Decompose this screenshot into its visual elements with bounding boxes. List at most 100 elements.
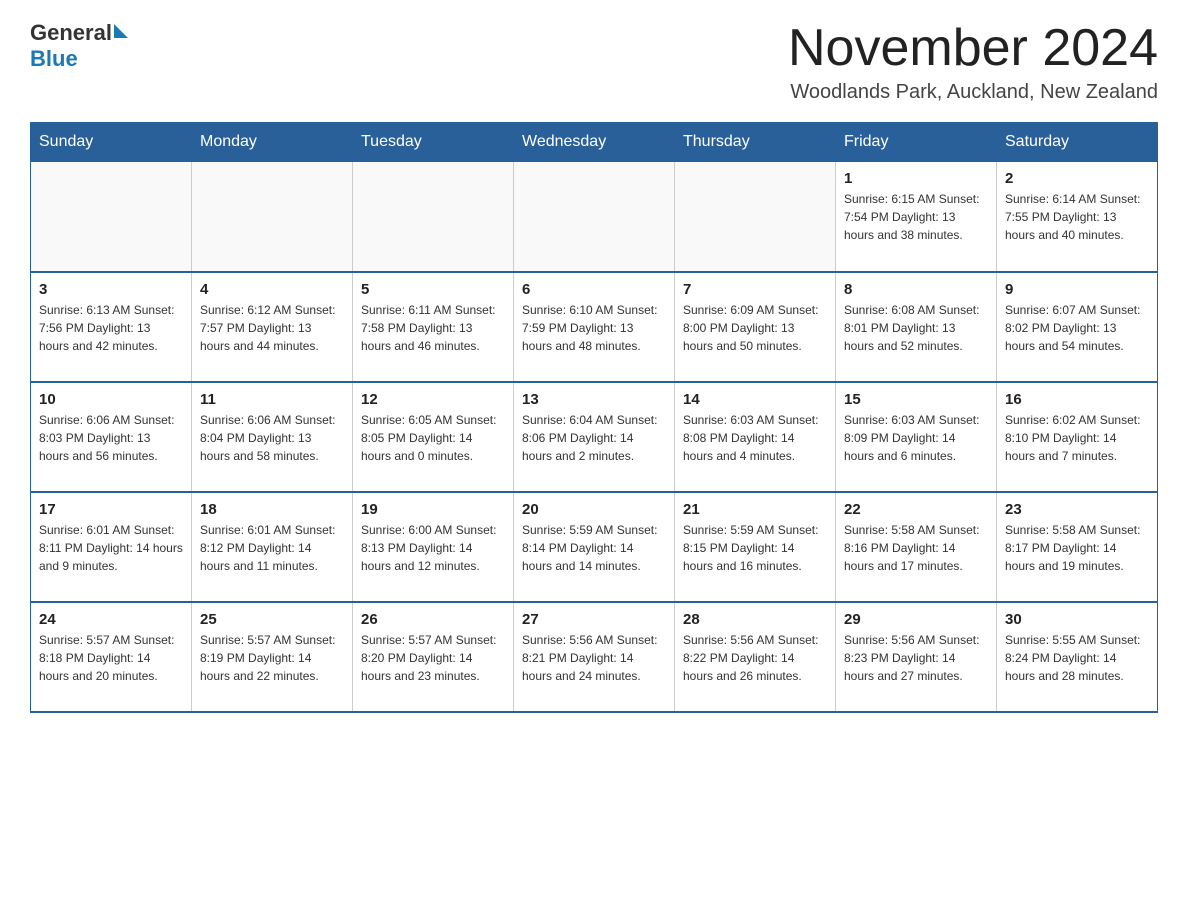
day-info: Sunrise: 5:56 AM Sunset: 8:23 PM Dayligh… — [844, 631, 988, 685]
header-sunday: Sunday — [31, 123, 192, 162]
day-info: Sunrise: 6:03 AM Sunset: 8:08 PM Dayligh… — [683, 411, 827, 465]
calendar-week-1: 1 Sunrise: 6:15 AM Sunset: 7:54 PM Daylig… — [31, 162, 1158, 272]
day-number: 10 — [39, 391, 183, 408]
day-number: 18 — [200, 501, 344, 518]
calendar-cell-w4-d4: 20 Sunrise: 5:59 AM Sunset: 8:14 PM Dayli… — [514, 492, 675, 602]
calendar-cell-w5-d3: 26Sunrise: 5:57 AM Sunset: 8:20 PM Dayli… — [353, 602, 514, 712]
calendar-cell-w1-d2 — [192, 162, 353, 272]
day-info: Sunrise: 6:12 AM Sunset: 7:57 PM Dayligh… — [200, 301, 344, 355]
day-number: 16 — [1005, 391, 1149, 408]
day-info: Sunrise: 6:03 AM Sunset: 8:09 PM Dayligh… — [844, 411, 988, 465]
calendar-week-3: 10 Sunrise: 6:06 AM Sunset: 8:03 PM Dayli… — [31, 382, 1158, 492]
day-info: Sunrise: 5:58 AM Sunset: 8:16 PM Dayligh… — [844, 521, 988, 575]
calendar-cell-w5-d1: 24 Sunrise: 5:57 AM Sunset: 8:18 PM Dayli… — [31, 602, 192, 712]
calendar-table: SundayMondayTuesdayWednesdayThursdayFrid… — [30, 122, 1158, 713]
day-number: 29 — [844, 611, 988, 628]
day-info: Sunrise: 6:01 AM Sunset: 8:11 PM Dayligh… — [39, 521, 183, 575]
day-number: 22 — [844, 501, 988, 518]
day-info: Sunrise: 5:55 AM Sunset: 8:24 PM Dayligh… — [1005, 631, 1149, 685]
calendar-cell-w2-d6: 8 Sunrise: 6:08 AM Sunset: 8:01 PM Daylig… — [836, 272, 997, 382]
day-info: Sunrise: 6:07 AM Sunset: 8:02 PM Dayligh… — [1005, 301, 1149, 355]
calendar-cell-w4-d2: 18 Sunrise: 6:01 AM Sunset: 8:12 PM Dayli… — [192, 492, 353, 602]
calendar-week-5: 24 Sunrise: 5:57 AM Sunset: 8:18 PM Dayli… — [31, 602, 1158, 712]
logo-general: General — [30, 20, 112, 46]
calendar-cell-w1-d6: 1 Sunrise: 6:15 AM Sunset: 7:54 PM Daylig… — [836, 162, 997, 272]
calendar-cell-w2-d7: 9Sunrise: 6:07 AM Sunset: 8:02 PM Daylig… — [997, 272, 1158, 382]
day-info: Sunrise: 6:02 AM Sunset: 8:10 PM Dayligh… — [1005, 411, 1149, 465]
day-number: 25 — [200, 611, 344, 628]
day-number: 23 — [1005, 501, 1149, 518]
day-number: 12 — [361, 391, 505, 408]
logo-triangle-icon — [114, 24, 128, 38]
day-info: Sunrise: 5:59 AM Sunset: 8:14 PM Dayligh… — [522, 521, 666, 575]
day-number: 8 — [844, 281, 988, 298]
header-thursday: Thursday — [675, 123, 836, 162]
calendar-cell-w5-d6: 29 Sunrise: 5:56 AM Sunset: 8:23 PM Dayli… — [836, 602, 997, 712]
logo: General Blue — [30, 20, 128, 72]
day-number: 17 — [39, 501, 183, 518]
day-number: 24 — [39, 611, 183, 628]
day-info: Sunrise: 6:05 AM Sunset: 8:05 PM Dayligh… — [361, 411, 505, 465]
calendar-cell-w2-d3: 5Sunrise: 6:11 AM Sunset: 7:58 PM Daylig… — [353, 272, 514, 382]
day-number: 2 — [1005, 170, 1149, 187]
day-number: 4 — [200, 281, 344, 298]
calendar-week-2: 3 Sunrise: 6:13 AM Sunset: 7:56 PM Daylig… — [31, 272, 1158, 382]
day-info: Sunrise: 5:56 AM Sunset: 8:22 PM Dayligh… — [683, 631, 827, 685]
day-info: Sunrise: 6:06 AM Sunset: 8:04 PM Dayligh… — [200, 411, 344, 465]
calendar-cell-w1-d1 — [31, 162, 192, 272]
day-info: Sunrise: 5:57 AM Sunset: 8:18 PM Dayligh… — [39, 631, 183, 685]
calendar-cell-w3-d1: 10 Sunrise: 6:06 AM Sunset: 8:03 PM Dayli… — [31, 382, 192, 492]
calendar-header-row: SundayMondayTuesdayWednesdayThursdayFrid… — [31, 123, 1158, 162]
day-number: 30 — [1005, 611, 1149, 628]
calendar-cell-w2-d2: 4 Sunrise: 6:12 AM Sunset: 7:57 PM Daylig… — [192, 272, 353, 382]
calendar-cell-w5-d5: 28 Sunrise: 5:56 AM Sunset: 8:22 PM Dayli… — [675, 602, 836, 712]
day-info: Sunrise: 6:01 AM Sunset: 8:12 PM Dayligh… — [200, 521, 344, 575]
day-number: 28 — [683, 611, 827, 628]
day-number: 11 — [200, 391, 344, 408]
day-number: 7 — [683, 281, 827, 298]
day-info: Sunrise: 5:57 AM Sunset: 8:20 PM Dayligh… — [361, 631, 505, 685]
calendar-cell-w3-d7: 16 Sunrise: 6:02 AM Sunset: 8:10 PM Dayli… — [997, 382, 1158, 492]
calendar-cell-w4-d6: 22 Sunrise: 5:58 AM Sunset: 8:16 PM Dayli… — [836, 492, 997, 602]
calendar-cell-w3-d5: 14 Sunrise: 6:03 AM Sunset: 8:08 PM Dayli… — [675, 382, 836, 492]
header-tuesday: Tuesday — [353, 123, 514, 162]
calendar-cell-w3-d3: 12 Sunrise: 6:05 AM Sunset: 8:05 PM Dayli… — [353, 382, 514, 492]
day-number: 5 — [361, 281, 505, 298]
page-header: General Blue November 2024 Woodlands Par… — [30, 20, 1158, 104]
header-monday: Monday — [192, 123, 353, 162]
day-info: Sunrise: 6:15 AM Sunset: 7:54 PM Dayligh… — [844, 190, 988, 244]
day-number: 19 — [361, 501, 505, 518]
calendar-cell-w5-d4: 27 Sunrise: 5:56 AM Sunset: 8:21 PM Dayli… — [514, 602, 675, 712]
day-number: 3 — [39, 281, 183, 298]
day-info: Sunrise: 6:08 AM Sunset: 8:01 PM Dayligh… — [844, 301, 988, 355]
day-info: Sunrise: 6:00 AM Sunset: 8:13 PM Dayligh… — [361, 521, 505, 575]
day-number: 14 — [683, 391, 827, 408]
title-section: November 2024 Woodlands Park, Auckland, … — [788, 20, 1158, 104]
day-info: Sunrise: 6:13 AM Sunset: 7:56 PM Dayligh… — [39, 301, 183, 355]
day-number: 21 — [683, 501, 827, 518]
day-number: 20 — [522, 501, 666, 518]
day-number: 1 — [844, 170, 988, 187]
day-number: 15 — [844, 391, 988, 408]
calendar-cell-w4-d7: 23Sunrise: 5:58 AM Sunset: 8:17 PM Dayli… — [997, 492, 1158, 602]
day-info: Sunrise: 6:06 AM Sunset: 8:03 PM Dayligh… — [39, 411, 183, 465]
calendar-cell-w4-d5: 21 Sunrise: 5:59 AM Sunset: 8:15 PM Dayli… — [675, 492, 836, 602]
calendar-cell-w4-d1: 17 Sunrise: 6:01 AM Sunset: 8:11 PM Dayli… — [31, 492, 192, 602]
calendar-cell-w5-d7: 30 Sunrise: 5:55 AM Sunset: 8:24 PM Dayli… — [997, 602, 1158, 712]
header-friday: Friday — [836, 123, 997, 162]
calendar-week-4: 17 Sunrise: 6:01 AM Sunset: 8:11 PM Dayli… — [31, 492, 1158, 602]
header-saturday: Saturday — [997, 123, 1158, 162]
day-info: Sunrise: 6:10 AM Sunset: 7:59 PM Dayligh… — [522, 301, 666, 355]
day-info: Sunrise: 6:04 AM Sunset: 8:06 PM Dayligh… — [522, 411, 666, 465]
location-subtitle: Woodlands Park, Auckland, New Zealand — [788, 81, 1158, 104]
calendar-cell-w3-d6: 15 Sunrise: 6:03 AM Sunset: 8:09 PM Dayli… — [836, 382, 997, 492]
day-info: Sunrise: 5:59 AM Sunset: 8:15 PM Dayligh… — [683, 521, 827, 575]
logo-blue: Blue — [30, 46, 78, 72]
day-info: Sunrise: 6:14 AM Sunset: 7:55 PM Dayligh… — [1005, 190, 1149, 244]
day-info: Sunrise: 5:56 AM Sunset: 8:21 PM Dayligh… — [522, 631, 666, 685]
calendar-cell-w2-d4: 6Sunrise: 6:10 AM Sunset: 7:59 PM Daylig… — [514, 272, 675, 382]
calendar-cell-w1-d4 — [514, 162, 675, 272]
calendar-cell-w1-d7: 2 Sunrise: 6:14 AM Sunset: 7:55 PM Daylig… — [997, 162, 1158, 272]
month-title: November 2024 — [788, 20, 1158, 77]
day-number: 27 — [522, 611, 666, 628]
